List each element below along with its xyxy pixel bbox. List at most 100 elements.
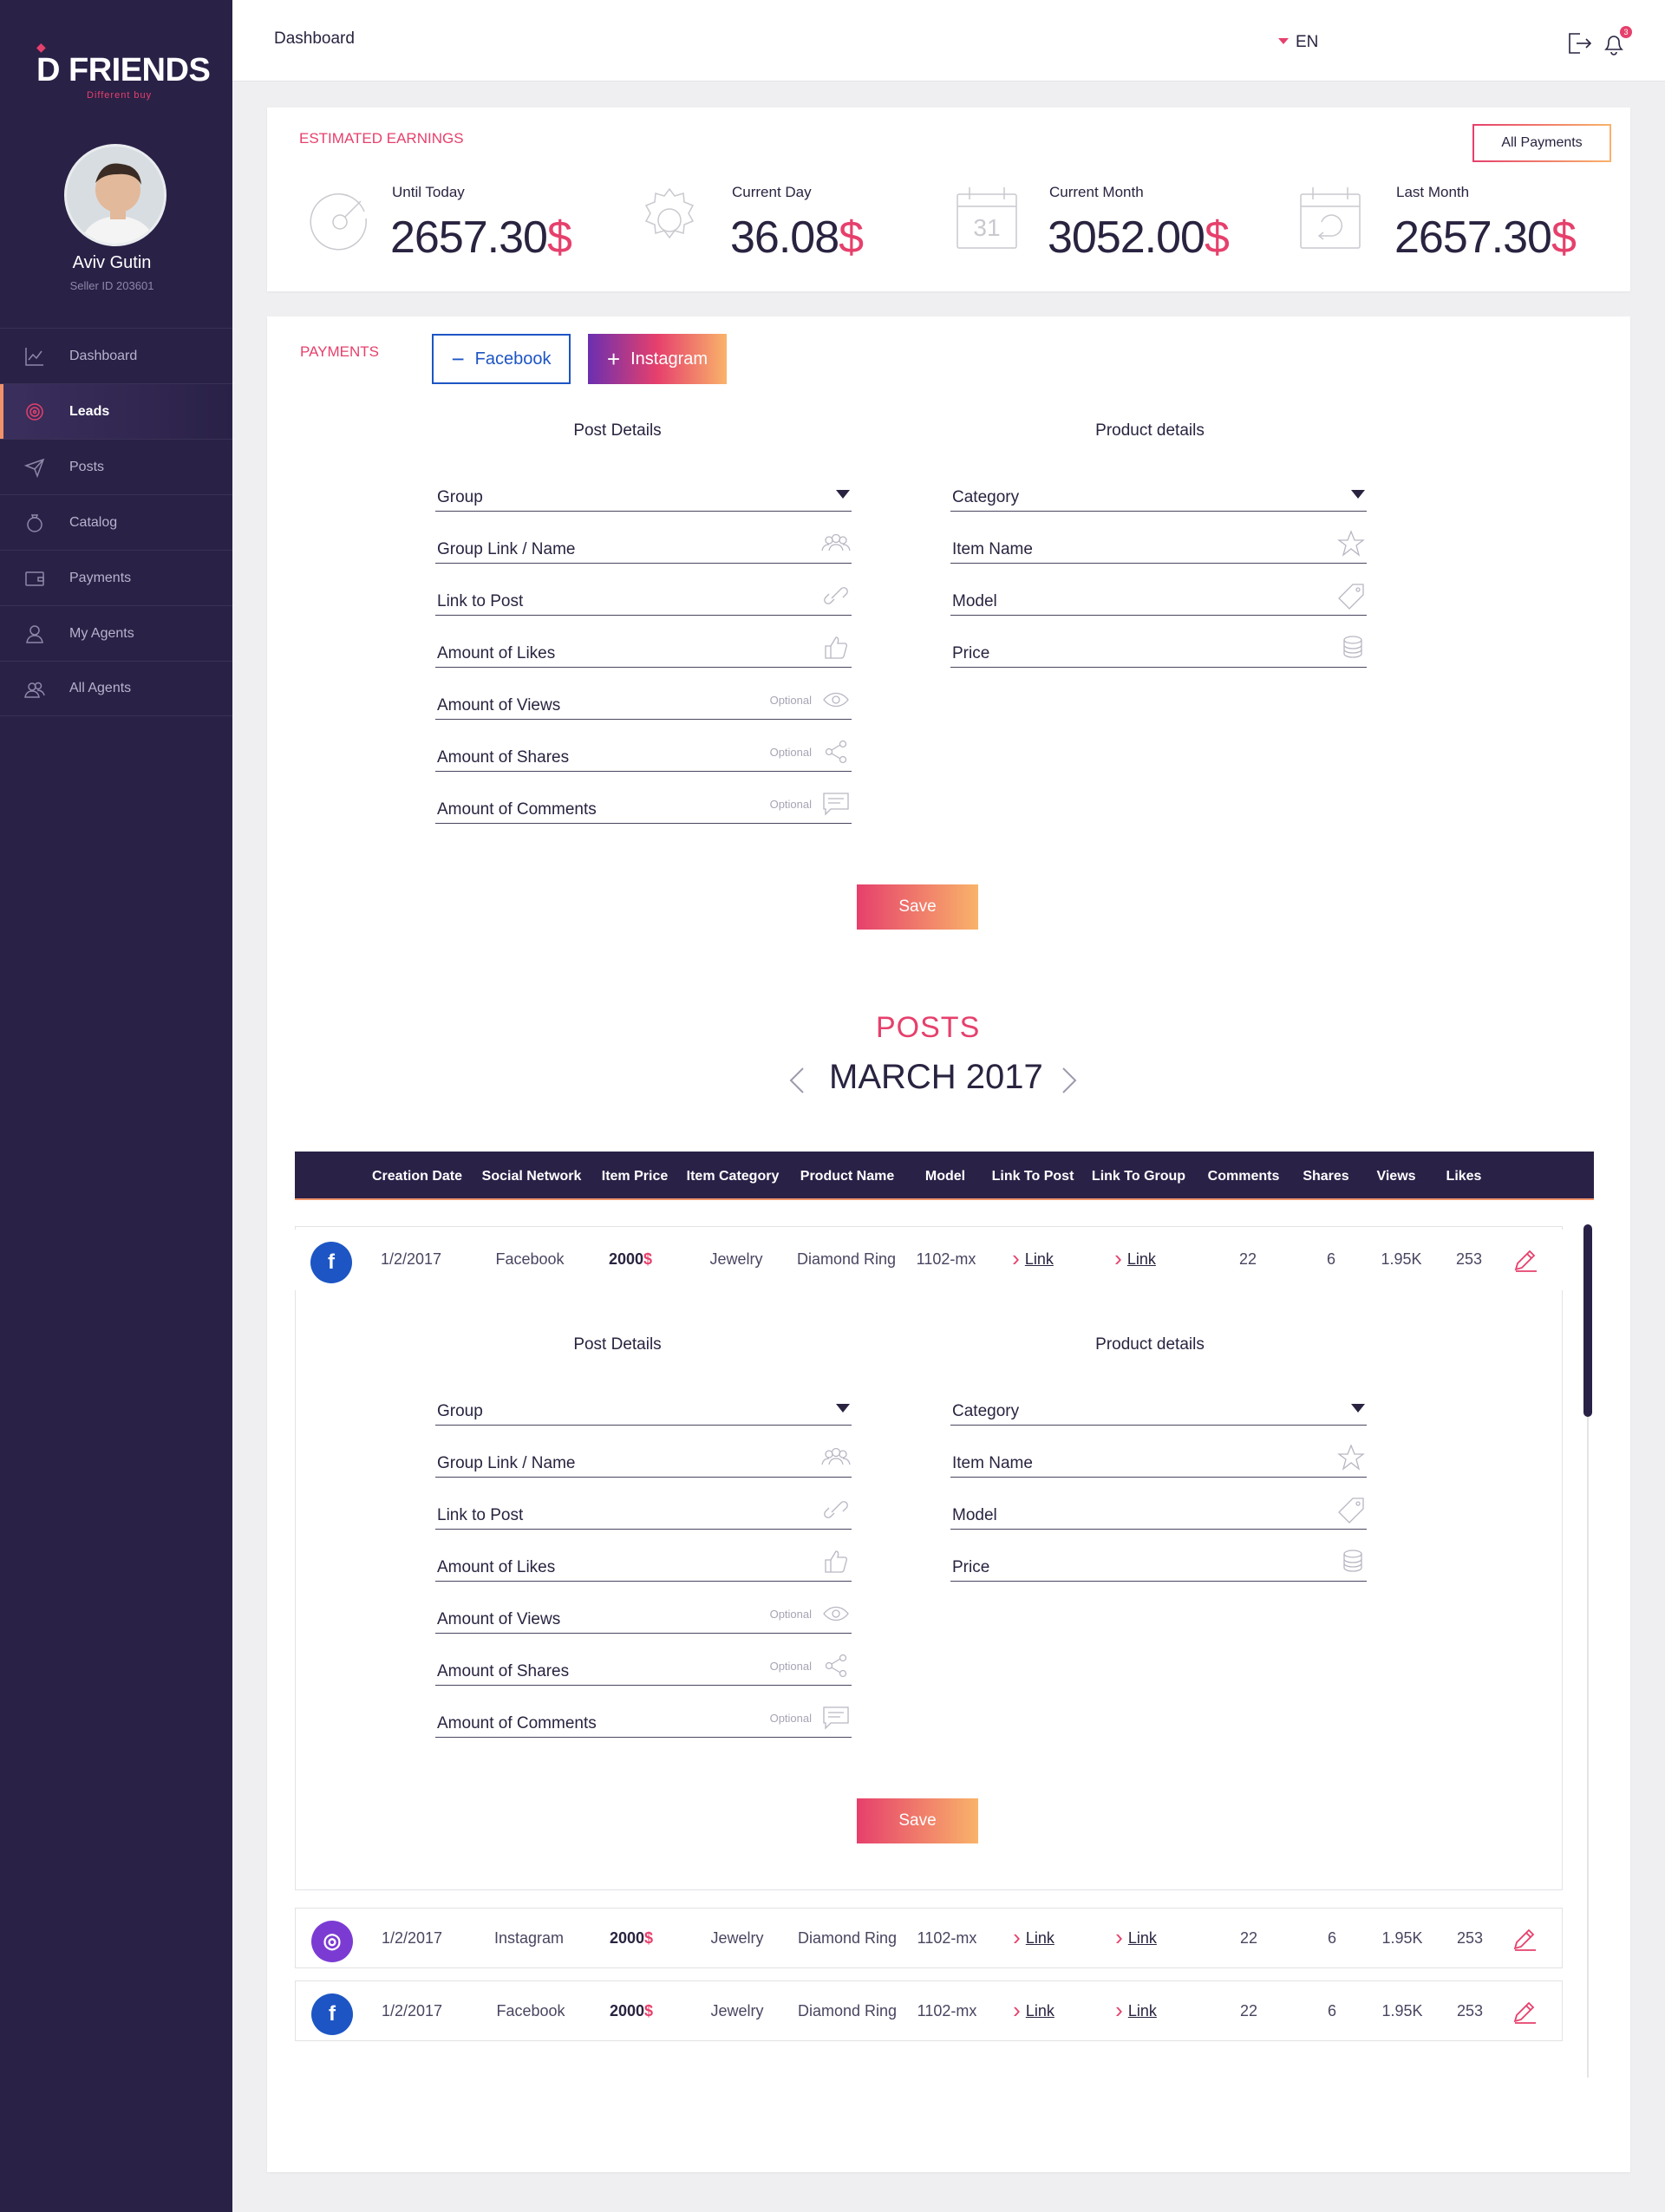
- group-icon: [821, 1447, 851, 1465]
- cell-model: 1102-mx: [917, 2002, 977, 2020]
- chevron-left-icon[interactable]: [786, 1065, 810, 1096]
- link-to-group[interactable]: Link: [1115, 1929, 1157, 1948]
- table-row[interactable]: f 1/2/2017 Facebook 2000$ Jewelry Diamon…: [295, 1230, 1563, 1290]
- link-to-group[interactable]: Link: [1115, 2002, 1157, 2020]
- column-header[interactable]: Product Name: [800, 1169, 894, 1184]
- thumbs-up-icon: [825, 1550, 848, 1573]
- cell-price: 2000$: [608, 1250, 653, 1268]
- item-name-field[interactable]: Item Name: [950, 522, 1367, 564]
- cell-category: Jewelry: [709, 1250, 763, 1268]
- save-button[interactable]: Save: [857, 1798, 978, 1843]
- column-header[interactable]: Shares: [1303, 1169, 1348, 1184]
- price-field[interactable]: Price: [950, 1540, 1367, 1582]
- item-name-field[interactable]: Item Name: [950, 1436, 1367, 1478]
- sidebar-item-all-agents[interactable]: All Agents: [0, 661, 232, 716]
- column-header[interactable]: Model: [925, 1169, 965, 1184]
- eye-icon: [823, 1606, 849, 1621]
- cell-likes: 253: [1456, 2002, 1484, 2020]
- cell-network: Instagram: [493, 1929, 565, 1947]
- notification-badge: 3: [1620, 26, 1632, 38]
- column-header[interactable]: Views: [1376, 1169, 1415, 1184]
- column-header[interactable]: Link To Group: [1092, 1169, 1185, 1184]
- likes-field[interactable]: Amount of Likes: [435, 626, 852, 668]
- chevron-down-icon: [1351, 490, 1365, 499]
- category-select[interactable]: Category: [950, 1384, 1367, 1426]
- all-payments-button[interactable]: All Payments: [1472, 124, 1611, 162]
- edit-icon[interactable]: [1512, 1999, 1538, 2025]
- table-row[interactable]: ◎ 1/2/2017 Instagram 2000$ Jewelry Diamo…: [295, 1908, 1563, 1968]
- eye-icon: [823, 692, 849, 708]
- group-link-field[interactable]: Group Link / Name: [435, 1436, 852, 1478]
- language-selector[interactable]: EN: [1278, 33, 1318, 52]
- link-to-post-field[interactable]: Link to Post: [435, 574, 852, 616]
- tag-icon: [1338, 584, 1364, 610]
- chevron-down-icon: [836, 1404, 850, 1413]
- chevron-down-icon: [836, 490, 850, 499]
- comments-field[interactable]: Amount of Comments Optional: [435, 782, 852, 824]
- star-icon: [1337, 530, 1365, 557]
- facebook-icon: f: [311, 1993, 353, 2035]
- cell-product: Diamond Ring: [797, 2002, 898, 2020]
- group-link-field[interactable]: Group Link / Name: [435, 522, 852, 564]
- user-icon: [26, 625, 43, 643]
- comments-field[interactable]: Amount of Comments Optional: [435, 1696, 852, 1738]
- sidebar-item-payments[interactable]: Payments: [0, 550, 232, 605]
- logout-icon[interactable]: [1566, 30, 1592, 56]
- column-header[interactable]: Item Price: [602, 1169, 668, 1184]
- shares-field[interactable]: Amount of Shares Optional: [435, 1644, 852, 1686]
- link-to-post-field[interactable]: Link to Post: [435, 1488, 852, 1530]
- table-header: Creation Date Social Network Item Price …: [295, 1152, 1594, 1200]
- cell-shares: 6: [1327, 1929, 1337, 1947]
- share-icon: [825, 740, 847, 764]
- table-row[interactable]: f 1/2/2017 Facebook 2000$ Jewelry Diamon…: [295, 1980, 1563, 2041]
- link-to-post[interactable]: Link: [1012, 1250, 1054, 1269]
- model-field[interactable]: Model: [950, 1488, 1367, 1530]
- thumbs-up-icon: [825, 636, 848, 659]
- likes-field[interactable]: Amount of Likes: [435, 1540, 852, 1582]
- sidebar-item-my-agents[interactable]: My Agents: [0, 605, 232, 661]
- save-button[interactable]: Save: [857, 884, 978, 930]
- edit-icon[interactable]: [1512, 1926, 1538, 1952]
- column-header[interactable]: Creation Date: [372, 1169, 462, 1184]
- price-field[interactable]: Price: [950, 626, 1367, 668]
- category-select[interactable]: Category: [950, 470, 1367, 512]
- sidebar-item-posts[interactable]: Posts: [0, 439, 232, 494]
- column-header[interactable]: Link To Post: [992, 1169, 1074, 1184]
- instagram-icon: ◎: [311, 1921, 353, 1962]
- posts-title: POSTS: [876, 1011, 981, 1044]
- cell-network: Facebook: [495, 1250, 565, 1268]
- scrollbar-thumb[interactable]: [1583, 1224, 1592, 1417]
- cell-category: Jewelry: [710, 1929, 764, 1947]
- group-select[interactable]: Group: [435, 470, 852, 512]
- cell-model: 1102-mx: [917, 1929, 977, 1947]
- ring-icon: [27, 514, 42, 532]
- calendar-return-icon: [1300, 187, 1361, 249]
- cell-comments: 22: [1238, 1250, 1257, 1268]
- column-header[interactable]: Comments: [1208, 1169, 1280, 1184]
- shares-field[interactable]: Amount of Shares Optional: [435, 730, 852, 772]
- model-field[interactable]: Model: [950, 574, 1367, 616]
- cell-model: 1102-mx: [916, 1250, 976, 1268]
- sidebar-item-label: Posts: [69, 459, 105, 474]
- cell-views: 1.95K: [1381, 1250, 1422, 1268]
- column-header[interactable]: Social Network: [482, 1169, 582, 1184]
- cell-shares: 6: [1326, 1250, 1336, 1268]
- link-to-group[interactable]: Link: [1114, 1250, 1156, 1269]
- cell-date: 1/2/2017: [381, 2002, 443, 2020]
- link-to-post[interactable]: Link: [1013, 1929, 1054, 1948]
- cell-shares: 6: [1327, 2002, 1337, 2020]
- edit-icon[interactable]: [1512, 1247, 1538, 1273]
- chevron-right-icon[interactable]: [1056, 1065, 1081, 1096]
- group-select[interactable]: Group: [435, 1384, 852, 1426]
- views-field[interactable]: Amount of Views Optional: [435, 678, 852, 720]
- sidebar-item-catalog[interactable]: Catalog: [0, 494, 232, 550]
- link-icon: [824, 587, 848, 604]
- sidebar-item-label: Payments: [69, 570, 132, 585]
- earning-label: Last Month: [1396, 184, 1470, 200]
- group-icon: [821, 533, 851, 551]
- column-header[interactable]: Item Category: [687, 1169, 780, 1184]
- sidebar-item-label: All Agents: [69, 681, 132, 695]
- views-field[interactable]: Amount of Views Optional: [435, 1592, 852, 1634]
- column-header[interactable]: Likes: [1446, 1169, 1482, 1184]
- link-to-post[interactable]: Link: [1013, 2002, 1054, 2020]
